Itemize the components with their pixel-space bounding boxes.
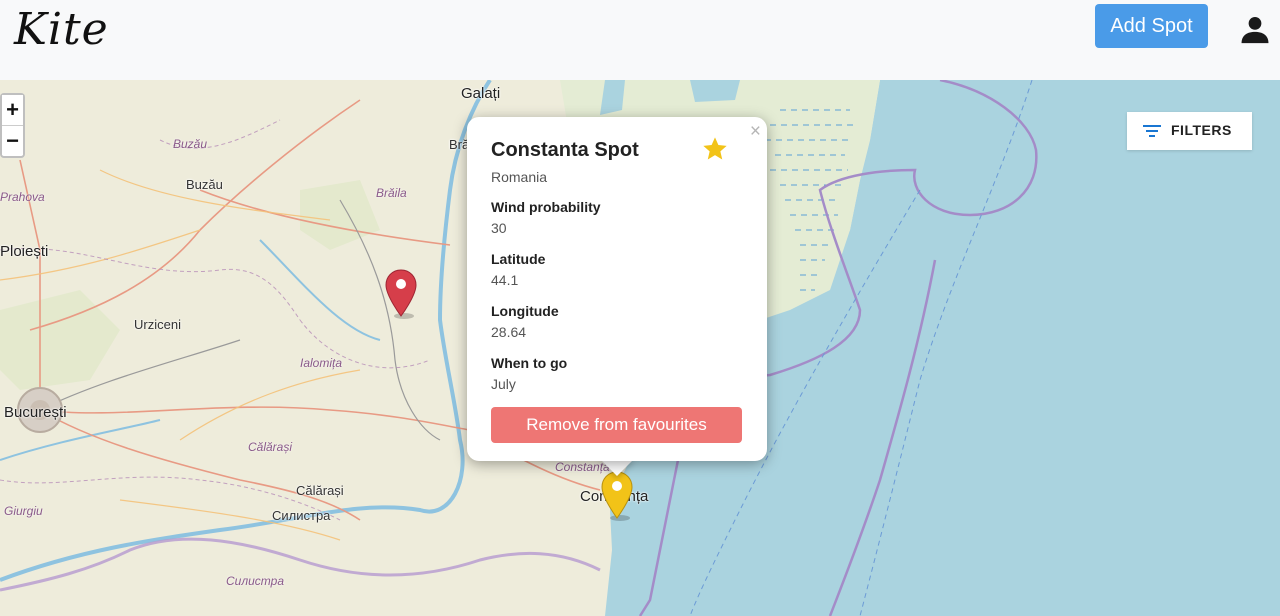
popup-close-button[interactable]: × (750, 121, 761, 143)
when-to-go-value: July (491, 376, 516, 392)
when-to-go-label: When to go (491, 355, 568, 371)
latitude-value: 44.1 (491, 272, 519, 288)
favourite-spot-marker-yellow[interactable] (600, 470, 634, 522)
map-label-giurgiu: Giurgiu (4, 504, 43, 518)
filters-label: FILTERS (1171, 122, 1232, 138)
map-label-braila-county: Brăila (376, 186, 407, 200)
top-navbar: Kite Add Spot (0, 0, 1280, 80)
map-label-bucuresti: București (4, 404, 67, 421)
map-label-urziceni: Urziceni (134, 317, 181, 332)
map-label-prahova: Prahova (0, 190, 45, 204)
map-label-ploiesti: Ploiești (0, 243, 49, 260)
user-account-icon[interactable] (1238, 12, 1272, 46)
favourite-star-icon[interactable] (701, 135, 729, 163)
map-label-buzau-county: Buzău (173, 137, 208, 151)
map-label-galati: Galați (461, 85, 501, 102)
map-label-calarasi-county: Călărași (248, 440, 293, 454)
popup-country: Romania (491, 169, 548, 185)
map-label-calarasi-city: Călărași (296, 483, 344, 498)
brand-logo[interactable]: Kite (14, 4, 109, 55)
zoom-in-button[interactable]: + (2, 95, 23, 125)
spot-popup: × Constanta Spot Romania Wind probabilit… (467, 117, 767, 461)
latitude-label: Latitude (491, 251, 546, 267)
longitude-label: Longitude (491, 303, 559, 319)
wind-probability-label: Wind probability (491, 199, 601, 215)
popup-title: Constanta Spot (491, 139, 639, 161)
filters-button[interactable]: FILTERS (1127, 112, 1252, 150)
add-spot-button[interactable]: Add Spot (1095, 4, 1208, 48)
remove-from-favourites-button[interactable]: Remove from favourites (491, 407, 742, 443)
zoom-out-button[interactable]: − (2, 125, 23, 155)
longitude-value: 28.64 (491, 324, 527, 340)
map-label-buzau-city: Buzău (186, 177, 223, 192)
map-label-ialomita: Ialomița (300, 356, 343, 370)
wind-probability-value: 30 (491, 220, 507, 236)
map-label-silistra-city: Силистра (272, 508, 331, 523)
spot-marker-red[interactable] (384, 268, 418, 320)
map-view[interactable]: Galați Buzău Ploiești Urziceni București… (0, 80, 1280, 616)
map-label-silistra-county: Силистра (226, 574, 284, 588)
filter-icon (1143, 125, 1161, 137)
zoom-control: + − (0, 93, 25, 158)
